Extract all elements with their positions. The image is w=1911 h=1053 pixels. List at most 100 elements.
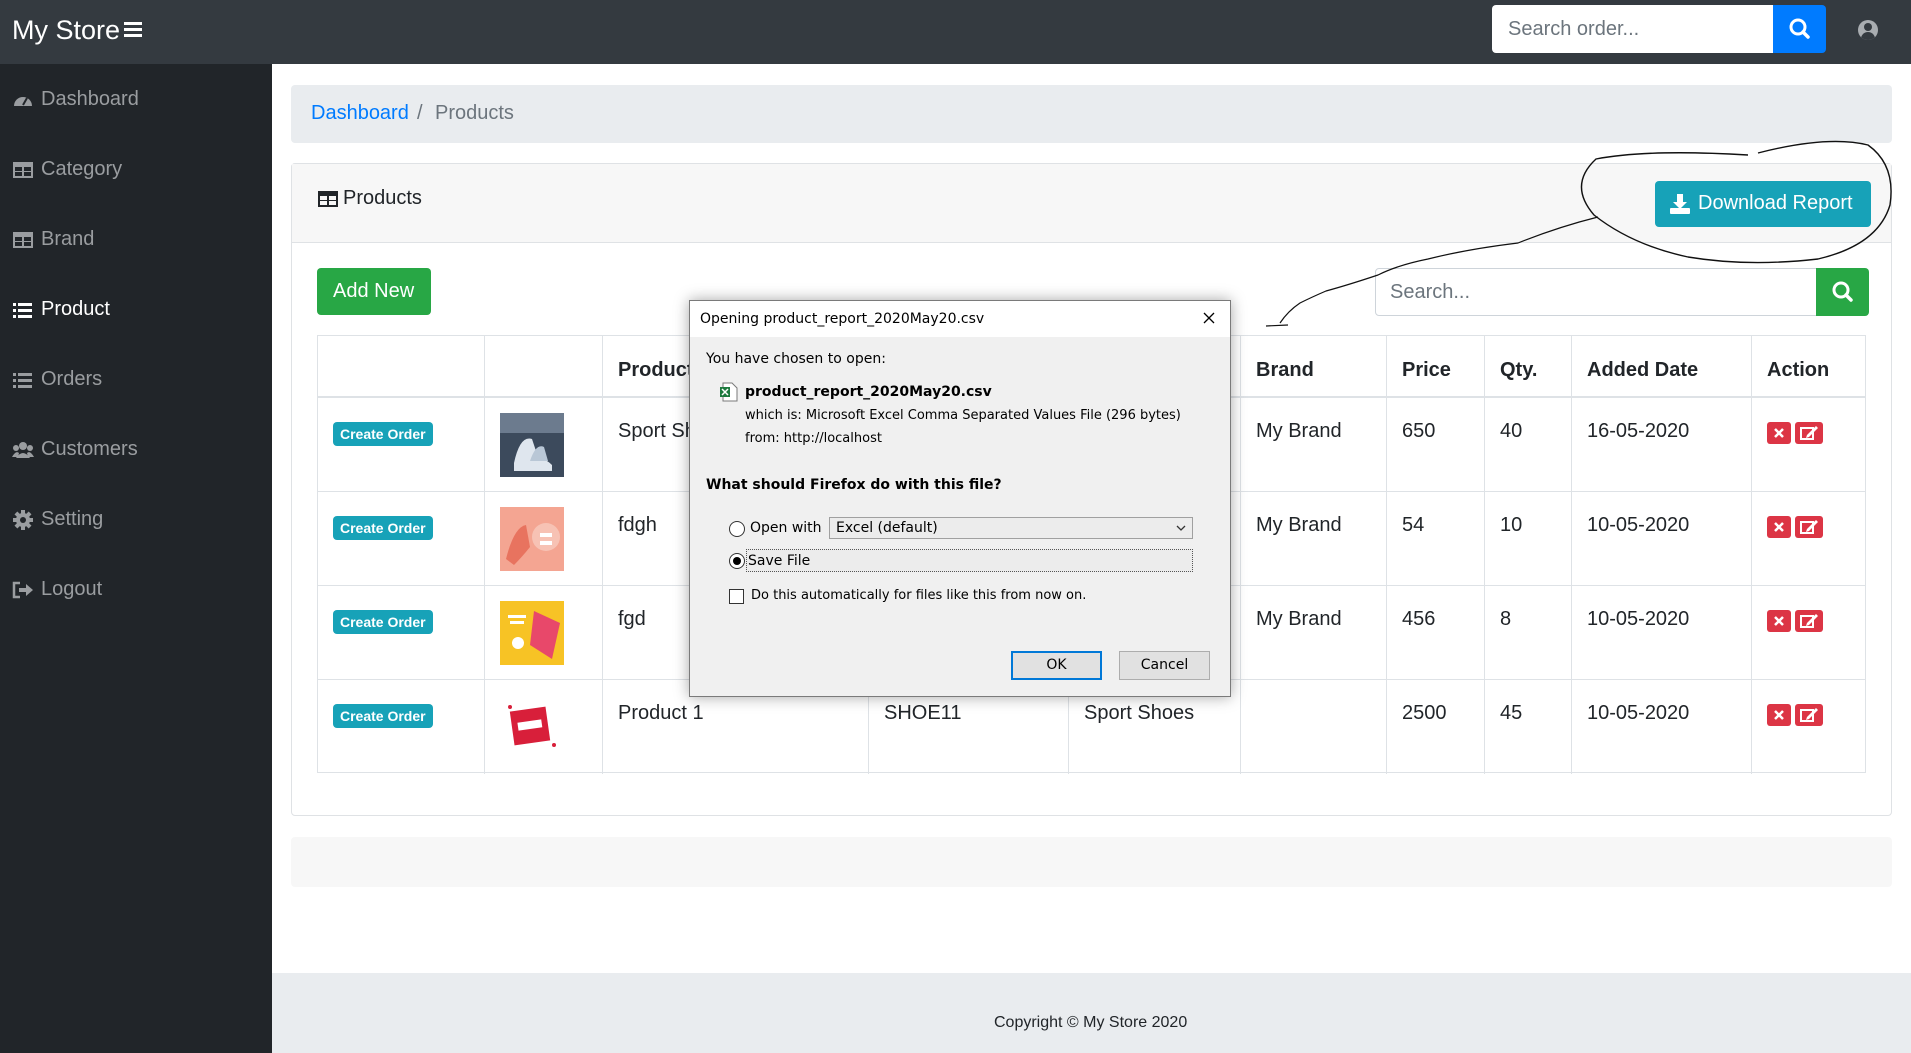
auto-action-checkbox[interactable]: [729, 589, 744, 604]
table-header-action: Action: [1752, 336, 1865, 398]
gear-icon: [13, 510, 33, 530]
menu-toggle-icon[interactable]: [124, 22, 142, 38]
open-with-radio[interactable]: [729, 521, 745, 537]
breadcrumb-separator: /: [417, 102, 423, 124]
table-icon: [318, 191, 338, 207]
user-icon[interactable]: [1858, 20, 1878, 40]
table-header-price: Price: [1387, 336, 1485, 398]
save-file-option[interactable]: Save File: [746, 549, 1193, 572]
create-order-button[interactable]: Create Order: [333, 610, 433, 634]
open-with-select[interactable]: Excel (default): [829, 517, 1193, 539]
edit-icon: [1800, 426, 1818, 440]
price-cell: 650: [1387, 398, 1485, 492]
add-new-button[interactable]: Add New: [317, 268, 431, 315]
product-image: [500, 413, 564, 477]
order-search-button[interactable]: [1773, 5, 1826, 53]
qty-cell: 45: [1485, 680, 1572, 774]
breadcrumb: Dashboard / Products: [291, 85, 1892, 143]
search-icon: [1832, 281, 1853, 302]
date-cell: 10-05-2020: [1572, 586, 1752, 680]
price-cell: 2500: [1387, 680, 1485, 774]
list-icon: [13, 373, 32, 388]
edit-button[interactable]: [1795, 704, 1823, 726]
edit-icon: [1800, 708, 1818, 722]
auto-action-label[interactable]: Do this automatically for files like thi…: [751, 588, 1086, 603]
card-footer: [291, 837, 1892, 887]
search-icon: [1789, 18, 1810, 39]
breadcrumb-dashboard-link[interactable]: Dashboard: [311, 102, 409, 125]
order-cell: Create Order: [318, 398, 485, 492]
download-report-button[interactable]: Download Report: [1655, 181, 1871, 227]
sidebar-item-setting[interactable]: Setting: [0, 495, 272, 545]
close-icon[interactable]: [1200, 309, 1218, 327]
top-navbar: My Store: [0, 0, 1911, 64]
create-order-button[interactable]: Create Order: [333, 422, 433, 446]
create-order-button[interactable]: Create Order: [333, 516, 433, 540]
file-open-dialog: Opening product_report_2020May20.csv You…: [689, 300, 1231, 697]
close-icon: [1774, 428, 1784, 438]
qty-cell: 40: [1485, 398, 1572, 492]
order-cell: Create Order: [318, 680, 485, 774]
order-cell: Create Order: [318, 492, 485, 586]
sidebar-item-label: Category: [41, 158, 123, 180]
product-image: [500, 695, 564, 759]
price-cell: 54: [1387, 492, 1485, 586]
delete-button[interactable]: [1767, 704, 1791, 726]
sidebar-item-brand[interactable]: Brand: [0, 215, 272, 265]
app-brand[interactable]: My Store: [12, 15, 120, 46]
save-file-radio[interactable]: [729, 553, 745, 569]
dashboard-icon: [14, 97, 32, 106]
table-header-cell: [318, 336, 485, 398]
delete-button[interactable]: [1767, 422, 1791, 444]
sidebar-item-logout[interactable]: Logout: [0, 565, 272, 615]
card-header: Products Download Report: [292, 164, 1891, 243]
order-search-input[interactable]: [1492, 5, 1774, 53]
sidebar-item-label: Orders: [41, 368, 103, 390]
brand-cell: My Brand: [1241, 398, 1387, 492]
delete-button[interactable]: [1767, 516, 1791, 538]
table-header-added-date: Added Date: [1572, 336, 1752, 398]
dialog-question: What should Firefox do with this file?: [706, 477, 1002, 493]
edit-button[interactable]: [1795, 610, 1823, 632]
table-header-brand: Brand: [1241, 336, 1387, 398]
thumbnail-cell: [485, 680, 603, 774]
chevron-down-icon: [1176, 525, 1186, 531]
close-icon: [1774, 616, 1784, 626]
create-order-button[interactable]: Create Order: [333, 704, 433, 728]
edit-icon: [1800, 614, 1818, 628]
dialog-file-type: which is: Microsoft Excel Comma Separate…: [745, 408, 1181, 423]
cancel-button[interactable]: Cancel: [1119, 651, 1210, 680]
ok-button[interactable]: OK: [1011, 651, 1102, 680]
sidebar-item-product[interactable]: Product: [0, 285, 272, 335]
edit-button[interactable]: [1795, 516, 1823, 538]
brand-cell: [1241, 680, 1387, 774]
sidebar-item-dashboard[interactable]: Dashboard: [0, 75, 272, 125]
action-cell: [1752, 586, 1865, 680]
dialog-intro: You have chosen to open:: [706, 351, 886, 367]
action-cell: [1752, 492, 1865, 586]
sidebar-item-label: Logout: [41, 578, 103, 600]
add-new-label: Add New: [333, 280, 415, 302]
table-icon: [13, 232, 33, 248]
close-icon: [1774, 710, 1784, 720]
copyright-text: Copyright © My Store 2020: [994, 1014, 1188, 1031]
download-icon: [1670, 194, 1690, 214]
sidebar-item-label: Customers: [41, 438, 138, 460]
date-cell: 10-05-2020: [1572, 492, 1752, 586]
sidebar-item-customers[interactable]: Customers: [0, 425, 272, 475]
sidebar-item-category[interactable]: Category: [0, 145, 272, 195]
action-cell: [1752, 680, 1865, 774]
open-with-label[interactable]: Open with: [750, 520, 822, 536]
table-icon: [13, 162, 33, 178]
product-search-button[interactable]: [1816, 268, 1869, 316]
sidebar: Dashboard Category Brand Product Orders …: [0, 64, 272, 1053]
product-search-input[interactable]: [1375, 268, 1817, 316]
open-with-value: Excel (default): [836, 520, 938, 536]
date-cell: 10-05-2020: [1572, 680, 1752, 774]
edit-button[interactable]: [1795, 422, 1823, 444]
delete-button[interactable]: [1767, 610, 1791, 632]
sidebar-item-orders[interactable]: Orders: [0, 355, 272, 405]
product-image: [500, 601, 564, 665]
edit-icon: [1800, 520, 1818, 534]
thumbnail-cell: [485, 586, 603, 680]
